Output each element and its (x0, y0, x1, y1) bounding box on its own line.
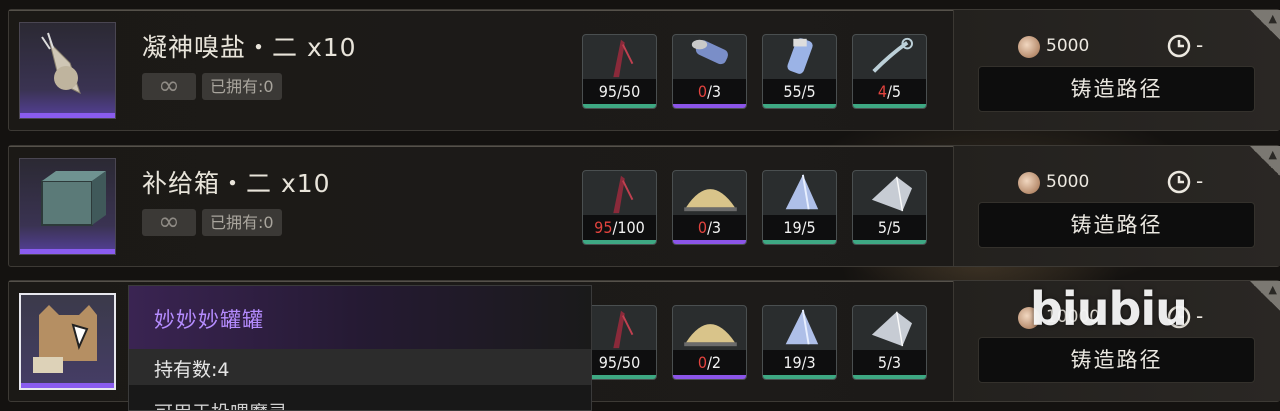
material-have: 19 (783, 353, 802, 372)
material-slot[interactable]: 19/5 (762, 170, 837, 245)
coin-cost: 5000 (1046, 36, 1090, 56)
material-slot[interactable]: 95/50 (582, 34, 657, 109)
material-slot[interactable]: 95/100 (582, 170, 657, 245)
coin-icon (1018, 172, 1040, 194)
material-slot[interactable]: 5/3 (852, 305, 927, 380)
sand-pile-icon (684, 324, 737, 347)
crystal-shard-icon (785, 309, 819, 345)
material-slot[interactable]: 95/50 (582, 305, 657, 380)
material-have: 5 (877, 353, 888, 372)
material-have: 0 (697, 218, 708, 237)
material-have: 0 (697, 82, 708, 101)
supply-box-item-icon[interactable] (19, 158, 116, 255)
forge-path-button[interactable]: 铸造路径 (978, 337, 1255, 383)
material-slot[interactable]: 0/3 (672, 170, 747, 245)
metal-shard-icon (871, 176, 913, 212)
craft-row[interactable]: 凝神嗅盐・二 x10 ∞ 已拥有:0 95/50 0/3 55/5 4/5 50… (8, 9, 1280, 131)
pin-icon[interactable]: ▲ (1250, 146, 1280, 176)
feather-blade-icon (613, 39, 634, 78)
coin-icon (1018, 36, 1040, 58)
material-slot[interactable]: 55/5 (762, 34, 837, 109)
clock-icon (1167, 170, 1191, 194)
coin-cost: 5000 (1046, 172, 1090, 192)
material-have: 4 (877, 82, 888, 101)
feather-blade-icon (613, 175, 634, 214)
material-have: 0 (697, 353, 708, 372)
infinite-badge: ∞ (142, 73, 196, 100)
material-slot[interactable]: 5/5 (852, 170, 927, 245)
item-name: 补给箱・二 x10 (142, 169, 331, 198)
cat-food-can-item-icon[interactable] (19, 293, 116, 390)
material-slot[interactable]: 0/2 (672, 305, 747, 380)
crystal-shard-icon (785, 174, 819, 210)
craft-row[interactable]: 补给箱・二 x10 ∞ 已拥有:0 95/100 0/3 19/5 5/5 50… (8, 145, 1280, 267)
material-have: 5 (877, 218, 888, 237)
material-have: 55 (783, 82, 802, 101)
feather-blade-icon (613, 310, 634, 349)
tooltip-owned: 持有数:4 (154, 359, 230, 381)
forge-path-button[interactable]: 铸造路径 (978, 202, 1255, 248)
material-slot[interactable]: 4/5 (852, 34, 927, 109)
sand-pile-icon (684, 189, 737, 212)
item-tooltip: 妙妙妙罐罐 持有数:4 可用于投喂魔灵 (128, 285, 592, 411)
owned-count: 已拥有:0 (202, 209, 282, 236)
material-slot[interactable]: 19/3 (762, 305, 837, 380)
owned-count: 已拥有:0 (202, 73, 282, 100)
infinite-badge: ∞ (142, 209, 196, 236)
cost-panel: 5000 - 铸造路径 ▲ (953, 146, 1280, 266)
smelling-salts-item-icon[interactable] (19, 22, 116, 119)
tooltip-description: 可用于投喂魔灵 (154, 398, 287, 410)
material-slot[interactable]: 0/3 (672, 34, 747, 109)
forge-path-button[interactable]: 铸造路径 (978, 66, 1255, 112)
craft-time: - (1196, 169, 1204, 193)
tooltip-title: 妙妙妙罐罐 (154, 308, 264, 332)
pin-icon[interactable]: ▲ (1250, 281, 1280, 311)
metal-shard-icon (871, 311, 913, 347)
vial-icon (691, 39, 729, 65)
pin-icon[interactable]: ▲ (1250, 10, 1280, 40)
material-have: 95 (598, 353, 618, 372)
clock-icon (1167, 34, 1191, 58)
item-name: 凝神嗅盐・二 x10 (142, 33, 357, 62)
material-have: 95 (598, 82, 618, 101)
material-have: 95 (594, 218, 613, 237)
tooltip-owned-row: 持有数:4 (129, 349, 591, 385)
material-have: 19 (783, 218, 802, 237)
craft-time: - (1196, 304, 1204, 328)
craft-time: - (1196, 33, 1204, 57)
cost-panel: 5000 - 铸造路径 ▲ (953, 10, 1280, 130)
watermark-logo: biubiu (1030, 282, 1188, 336)
chain-hook-icon (872, 37, 913, 73)
crystal-tube-icon (787, 38, 813, 74)
